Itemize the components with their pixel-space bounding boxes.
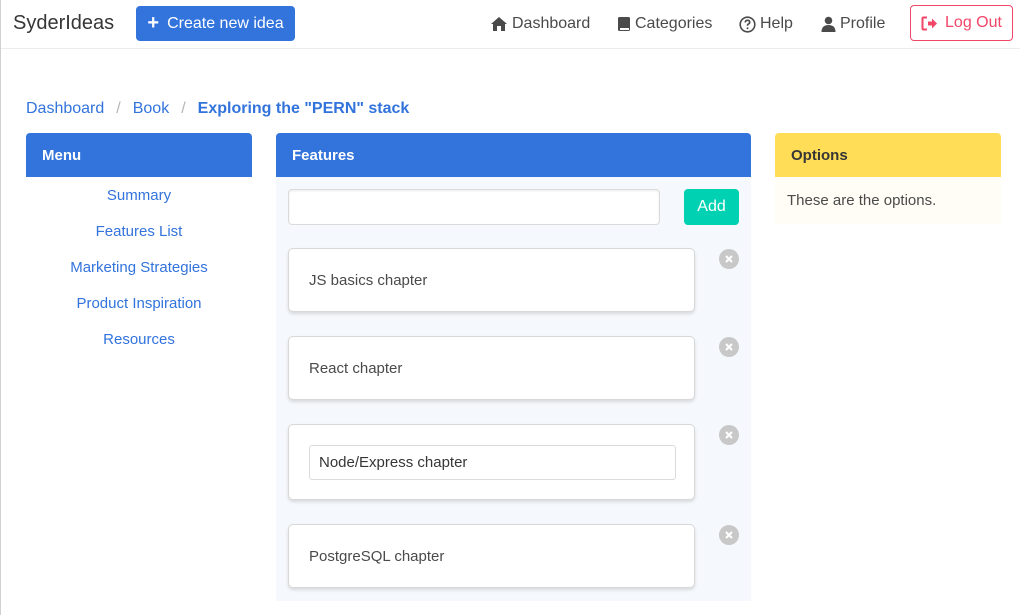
feature-card[interactable]: React chapter	[288, 336, 695, 400]
options-body: These are the options.	[775, 177, 1001, 224]
feature-text: PostgreSQL chapter	[309, 547, 445, 565]
book-icon	[618, 17, 630, 31]
log-out-label: Log Out	[945, 14, 1002, 31]
menu-item-features-list[interactable]: Features List	[26, 213, 252, 249]
help-circle-icon	[739, 15, 756, 33]
breadcrumb-book[interactable]: Book	[133, 100, 169, 118]
nav-help[interactable]: Help	[739, 14, 793, 34]
plus-icon: +	[147, 11, 160, 34]
close-icon	[725, 343, 733, 351]
top-navbar: SyderIdeas + Create new idea Dashboard C…	[1, 0, 1020, 49]
nav-profile[interactable]: Profile	[821, 14, 885, 34]
menu-heading: Menu	[26, 133, 252, 177]
nav-categories-label: Categories	[635, 15, 713, 32]
delete-feature-button[interactable]	[719, 337, 739, 357]
new-feature-input[interactable]	[288, 189, 660, 225]
menu-item-product-inspiration[interactable]: Product Inspiration	[26, 285, 252, 321]
feature-text: React chapter	[309, 359, 403, 377]
close-icon	[725, 255, 733, 263]
brand-logo[interactable]: SyderIdeas	[13, 12, 114, 35]
delete-feature-button[interactable]	[719, 425, 739, 445]
nav-dashboard[interactable]: Dashboard	[490, 14, 590, 34]
menu-item-resources[interactable]: Resources	[26, 321, 252, 357]
menu-item-summary[interactable]: Summary	[26, 177, 252, 213]
feature-text: JS basics chapter	[309, 271, 428, 289]
features-panel: Features Add JS basics chapter React cha…	[276, 133, 751, 601]
delete-feature-button[interactable]	[719, 525, 739, 545]
breadcrumb: Dashboard / Book / Exploring the "PERN" …	[26, 100, 409, 118]
close-icon	[725, 531, 733, 539]
options-panel: Options These are the options.	[775, 133, 1001, 224]
nav-dashboard-label: Dashboard	[512, 15, 591, 32]
feature-card[interactable]: PostgreSQL chapter	[288, 524, 695, 588]
sign-out-icon	[921, 16, 938, 30]
breadcrumb-current: Exploring the "PERN" stack	[197, 100, 410, 117]
create-new-idea-label: Create new idea	[167, 14, 284, 32]
feature-card-editing: Node/Express chapter	[288, 424, 695, 500]
menu-list: Summary Features List Marketing Strategi…	[26, 177, 252, 357]
add-feature-button[interactable]: Add	[684, 189, 739, 225]
close-icon	[725, 431, 733, 439]
breadcrumb-separator: /	[116, 100, 121, 117]
options-heading: Options	[775, 133, 1001, 177]
breadcrumb-separator: /	[181, 100, 186, 117]
home-icon	[491, 17, 507, 31]
log-out-button[interactable]: Log Out	[910, 5, 1013, 41]
nav-categories[interactable]: Categories	[617, 14, 712, 34]
feature-card[interactable]: JS basics chapter	[288, 248, 695, 312]
nav-profile-label: Profile	[840, 15, 886, 32]
delete-feature-button[interactable]	[719, 249, 739, 269]
menu-item-marketing-strategies[interactable]: Marketing Strategies	[26, 249, 252, 285]
user-icon	[821, 16, 836, 32]
breadcrumb-dashboard[interactable]: Dashboard	[26, 100, 104, 118]
menu-panel: Menu Summary Features List Marketing Str…	[26, 133, 252, 357]
create-new-idea-button[interactable]: + Create new idea	[136, 6, 295, 41]
feature-edit-input[interactable]: Node/Express chapter	[309, 444, 676, 480]
nav-help-label: Help	[760, 15, 793, 32]
features-heading: Features	[276, 133, 751, 177]
